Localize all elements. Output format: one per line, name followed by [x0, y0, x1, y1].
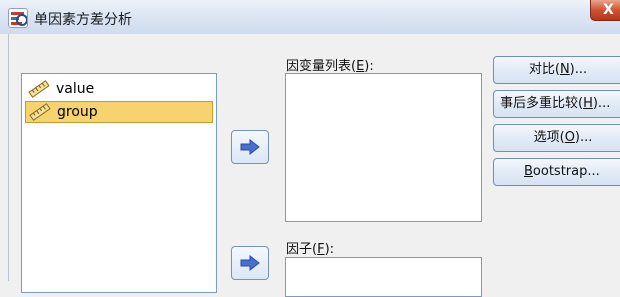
ruler-icon [28, 80, 50, 98]
variable-label: value [56, 81, 95, 97]
variable-list[interactable]: value group [21, 73, 217, 293]
window-title: 单因素方差分析 [34, 12, 132, 28]
post-hoc-button[interactable]: 事后多重比较(H)... [493, 90, 620, 118]
arrow-right-icon [240, 255, 260, 271]
ruler-icon [29, 103, 51, 121]
move-to-dependent-button[interactable] [231, 130, 269, 164]
dependent-list-box[interactable] [285, 73, 482, 222]
arrow-right-icon [240, 139, 260, 155]
dependent-list-label: 因变量列表(E): [286, 59, 374, 74]
title-bar: 单因素方差分析 X [0, 0, 620, 34]
bootstrap-button[interactable]: Bootstrap... [493, 158, 620, 186]
options-button[interactable]: 选项(O)... [493, 124, 620, 152]
close-button[interactable]: X [590, 0, 620, 21]
variable-label: group [57, 104, 98, 120]
list-item-group[interactable]: group [25, 101, 213, 123]
move-to-factor-button[interactable] [231, 246, 269, 280]
list-item-value[interactable]: value [25, 78, 213, 100]
factor-box[interactable] [285, 257, 482, 297]
spss-app-icon [8, 8, 28, 28]
factor-label: 因子(F): [286, 242, 335, 257]
contrasts-button[interactable]: 对比(N)... [493, 56, 620, 84]
